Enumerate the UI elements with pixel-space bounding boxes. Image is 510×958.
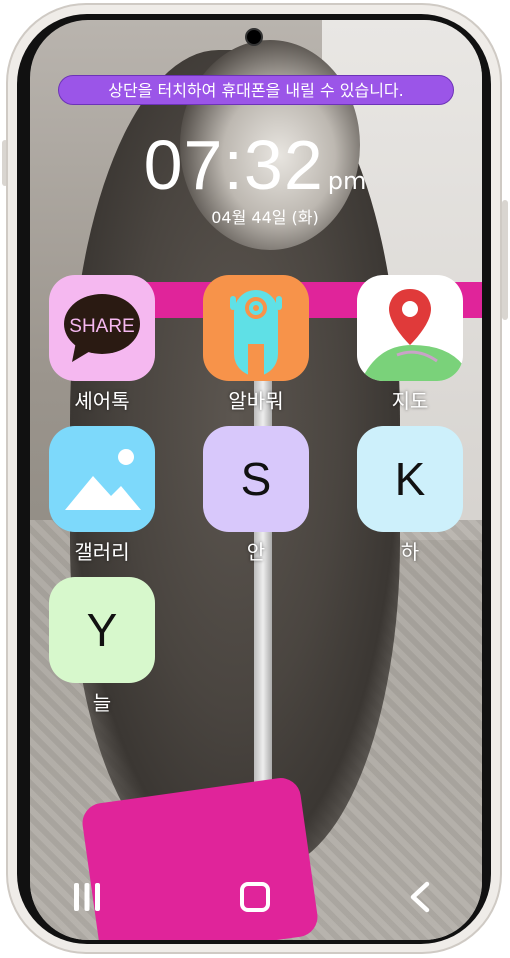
home-icon — [240, 882, 270, 912]
app-neul[interactable]: Y 늘 — [48, 577, 156, 716]
app-label: 안 — [246, 540, 266, 564]
app-letter: S — [240, 453, 272, 505]
clock-time: 07:32 — [143, 126, 324, 204]
clock-widget: 07:32 pm — [0, 125, 510, 205]
back-icon — [410, 881, 430, 913]
front-camera — [245, 28, 263, 46]
app-albamwo[interactable]: 알바뭐 — [202, 275, 310, 414]
app-label: 알바뭐 — [228, 389, 284, 413]
navigation-bar — [0, 872, 510, 922]
pull-down-banner[interactable]: 상단을 터치하여 휴대폰을 내릴 수 있습니다. — [58, 75, 454, 105]
robot-mascot-icon — [203, 275, 309, 381]
app-label: 갤러리 — [74, 540, 130, 564]
app-sharetalk[interactable]: SHARE 셰어톡 — [48, 275, 156, 414]
app-label: 지도 — [391, 389, 429, 413]
letter-y-icon: Y — [49, 577, 155, 683]
letter-k-icon: K — [357, 426, 463, 532]
image-gallery-icon — [49, 426, 155, 532]
clock-ampm: pm — [327, 167, 367, 195]
app-letter: K — [394, 453, 426, 505]
app-map[interactable]: 지도 — [356, 275, 464, 414]
app-letter: Y — [86, 604, 118, 656]
home-button[interactable] — [230, 872, 280, 922]
recent-apps-icon — [74, 883, 100, 911]
app-label: 늘 — [92, 691, 112, 715]
recent-apps-button[interactable] — [62, 872, 112, 922]
letter-s-icon: S — [203, 426, 309, 532]
app-label: 셰어톡 — [74, 389, 130, 413]
share-icon-text: SHARE — [69, 316, 134, 337]
share-chat-icon: SHARE — [49, 275, 155, 381]
clock-date: 04월 44일 (화) — [211, 208, 319, 227]
map-pin-icon — [357, 275, 463, 381]
app-an[interactable]: S 안 — [202, 426, 310, 565]
app-ha[interactable]: K 하 — [356, 426, 464, 565]
app-label: 하 — [400, 540, 420, 564]
app-gallery[interactable]: 갤러리 — [48, 426, 156, 565]
back-button[interactable] — [394, 872, 444, 922]
